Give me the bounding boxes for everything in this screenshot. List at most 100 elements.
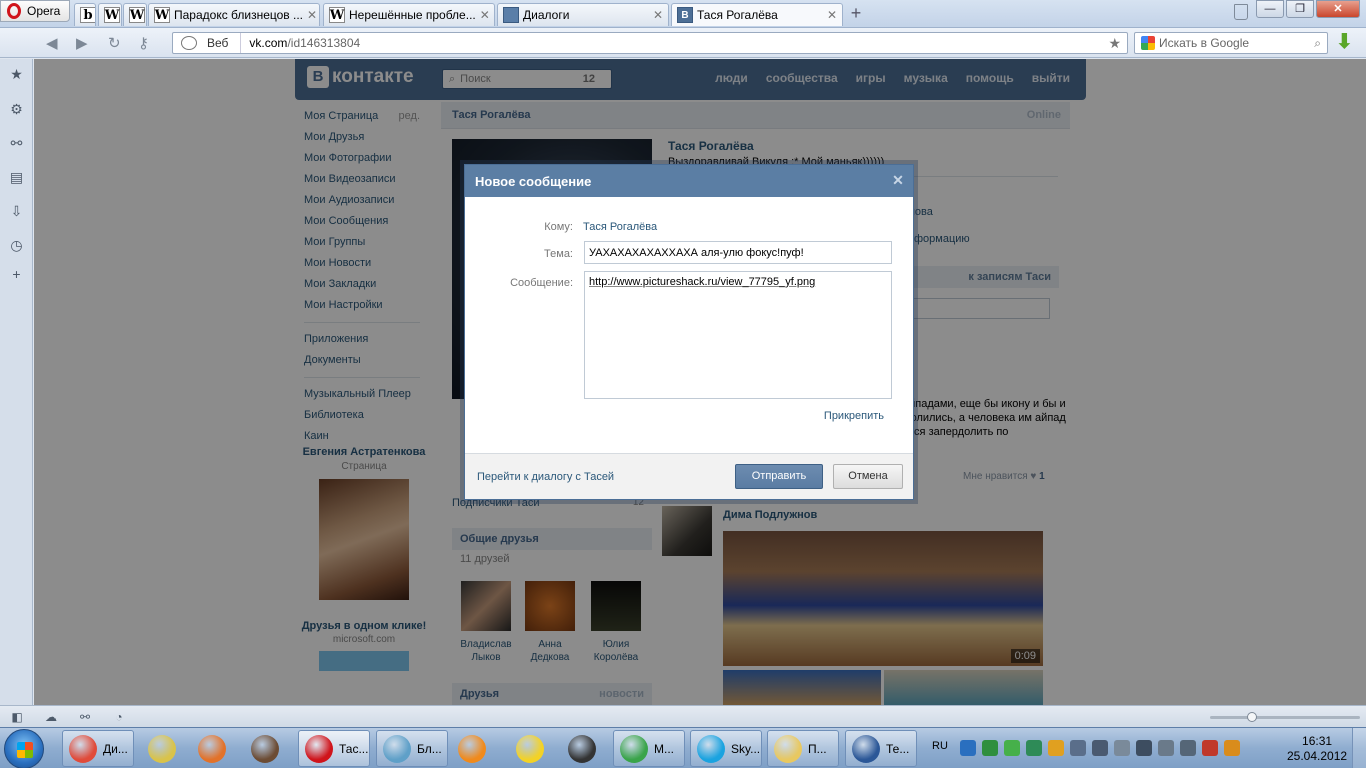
clock-time: 16:31 — [1302, 734, 1333, 748]
tab-close-icon[interactable]: ✕ — [307, 8, 317, 22]
taskbar-app-button[interactable] — [452, 730, 492, 767]
cloud-icon[interactable]: ☁ — [44, 710, 58, 724]
url-field[interactable]: Веб vk.com/id146313804 ★ — [172, 32, 1128, 54]
app-icon — [383, 734, 411, 763]
app-icon — [774, 734, 802, 763]
app-icon — [69, 734, 97, 763]
taskbar-clock[interactable]: 16:31 25.04.2012 — [1287, 734, 1347, 764]
message-label: Сообщение: — [510, 277, 573, 289]
back-arrow-icon[interactable]: ◀ — [46, 34, 58, 52]
tray-flag-icon[interactable] — [1136, 740, 1152, 756]
unite-icon[interactable]: ⚯ — [9, 136, 24, 151]
attach-link[interactable]: Прикрепить — [824, 410, 884, 422]
history-clock-icon[interactable]: ◷ — [9, 238, 24, 253]
taskbar-app-button[interactable]: Бл... — [376, 730, 448, 767]
gear-icon[interactable]: ⚙ — [9, 102, 24, 117]
zoom-slider-handle[interactable] — [1247, 712, 1257, 722]
tray-warning-icon[interactable] — [1202, 740, 1218, 756]
tray-signal-icon[interactable] — [1180, 740, 1196, 756]
show-desktop-button[interactable] — [1352, 728, 1366, 768]
subject-input[interactable]: УАХАХАХАХАХХАХА аля-улю фокус!пуф! — [584, 241, 892, 264]
go-to-dialog-link[interactable]: Перейти к диалогу с Тасей — [477, 471, 614, 483]
web-search-placeholder: Искать в Google — [1159, 36, 1250, 50]
taskbar-app-button[interactable]: Sky... — [690, 730, 762, 767]
downloads-icon[interactable]: ⇩ — [9, 204, 24, 219]
tab-title: Нерешённые пробле... — [349, 8, 476, 22]
unite-icon[interactable]: ⚯ — [78, 710, 92, 724]
add-panel-icon[interactable]: + — [9, 267, 24, 282]
start-button[interactable] — [4, 729, 44, 768]
browser-tab[interactable]: b — [74, 3, 96, 26]
reload-icon[interactable]: ↻ — [108, 34, 121, 52]
taskbar-app-button[interactable]: П... — [767, 730, 839, 767]
tray-misc-icon[interactable] — [1224, 740, 1240, 756]
taskbar-app-button[interactable] — [192, 730, 232, 767]
tray-eye-icon[interactable] — [982, 740, 998, 756]
panel-toggle-icon[interactable]: ◧ — [10, 710, 24, 724]
minimize-button[interactable]: — — [1256, 0, 1284, 18]
search-icon[interactable]: ⌕ — [1314, 36, 1321, 51]
tab-close-icon[interactable]: ✕ — [653, 8, 663, 22]
app-icon — [148, 734, 176, 763]
new-message-dialog: Новое сообщение ✕ Кому: Тася Рогалёва Те… — [464, 164, 914, 500]
tray-network-icon[interactable] — [960, 740, 976, 756]
bookmark-star-icon[interactable]: ★ — [1108, 35, 1121, 52]
restore-button[interactable]: ❐ — [1286, 0, 1314, 18]
key-icon[interactable]: ⚷ — [138, 34, 149, 52]
web-badge[interactable]: Веб — [197, 33, 242, 53]
zoom-slider[interactable] — [1210, 716, 1360, 719]
taskbar-app-button[interactable]: Ди... — [62, 730, 134, 767]
tray-antivirus-icon[interactable] — [1048, 740, 1064, 756]
tab-favicon-icon: b — [80, 7, 95, 23]
google-icon — [1141, 36, 1155, 50]
tray-torrent-icon[interactable] — [1026, 740, 1042, 756]
trash-icon[interactable] — [1234, 4, 1248, 20]
new-tab-button[interactable]: + — [846, 4, 866, 23]
wikipedia-icon: W — [129, 7, 145, 23]
forward-arrow-icon[interactable]: ▶ — [76, 34, 88, 52]
bookmarks-star-icon[interactable]: ★ — [9, 67, 24, 82]
send-button[interactable]: Отправить — [735, 464, 823, 489]
taskbar-app-label: М... — [654, 741, 674, 756]
browser-tab-active[interactable]: В Тася Рогалёва ✕ — [671, 3, 843, 26]
taskbar-app-button[interactable] — [510, 730, 550, 767]
tab-close-icon[interactable]: ✕ — [827, 8, 837, 22]
page-viewport: В контакте ⌕ Поиск 12 люди сообщества иг… — [34, 59, 1366, 705]
browser-tab[interactable]: W — [98, 3, 122, 26]
side-panel: ★ ⚙ ⚯ ▤ ⇩ ◷ + — [0, 59, 33, 705]
url-path: /id146313804 — [287, 36, 361, 50]
dialog-footer: Перейти к диалогу с Тасей Отправить Отме… — [465, 453, 913, 499]
browser-tab[interactable]: Диалоги ✕ — [497, 3, 669, 26]
taskbar-app-button[interactable]: Тас... — [298, 730, 370, 767]
tray-app-icon[interactable] — [1004, 740, 1020, 756]
opera-menu-button[interactable]: Opera — [0, 0, 70, 22]
turbo-icon[interactable]: ◔ — [112, 710, 126, 724]
browser-tab[interactable]: W Нерешённые пробле... ✕ — [323, 3, 495, 26]
url-text[interactable]: vk.com/id146313804 — [241, 36, 360, 50]
close-icon[interactable]: ✕ — [890, 172, 906, 188]
message-textarea[interactable]: http://www.pictureshack.ru/view_77795_yf… — [584, 271, 892, 399]
taskbar-app-button[interactable]: Те... — [845, 730, 917, 767]
tray-display-icon[interactable] — [1070, 740, 1086, 756]
app-icon — [198, 734, 226, 763]
browser-tab[interactable]: W — [123, 3, 147, 26]
app-icon — [305, 734, 333, 763]
wikipedia-icon: W — [154, 7, 170, 23]
download-arrow-icon[interactable]: ⬇ — [1336, 32, 1356, 54]
recipient-link[interactable]: Тася Рогалёва — [583, 221, 657, 233]
language-indicator[interactable]: RU — [932, 740, 948, 752]
tab-close-icon[interactable]: ✕ — [480, 8, 490, 22]
web-search-field[interactable]: Искать в Google ⌕ — [1134, 32, 1328, 54]
taskbar-app-button[interactable]: М... — [613, 730, 685, 767]
tray-device-icon[interactable] — [1092, 740, 1108, 756]
taskbar-app-button[interactable] — [562, 730, 602, 767]
cancel-button[interactable]: Отмена — [833, 464, 903, 489]
close-window-button[interactable]: ✕ — [1316, 0, 1360, 18]
tray-clipboard-icon[interactable] — [1114, 740, 1130, 756]
tray-volume-icon[interactable] — [1158, 740, 1174, 756]
notes-icon[interactable]: ▤ — [9, 170, 24, 185]
taskbar-app-button[interactable] — [245, 730, 285, 767]
browser-tab[interactable]: W Парадокс близнецов ... ✕ — [148, 3, 320, 26]
taskbar-app-button[interactable] — [142, 730, 182, 767]
opera-logo-icon — [7, 3, 21, 19]
